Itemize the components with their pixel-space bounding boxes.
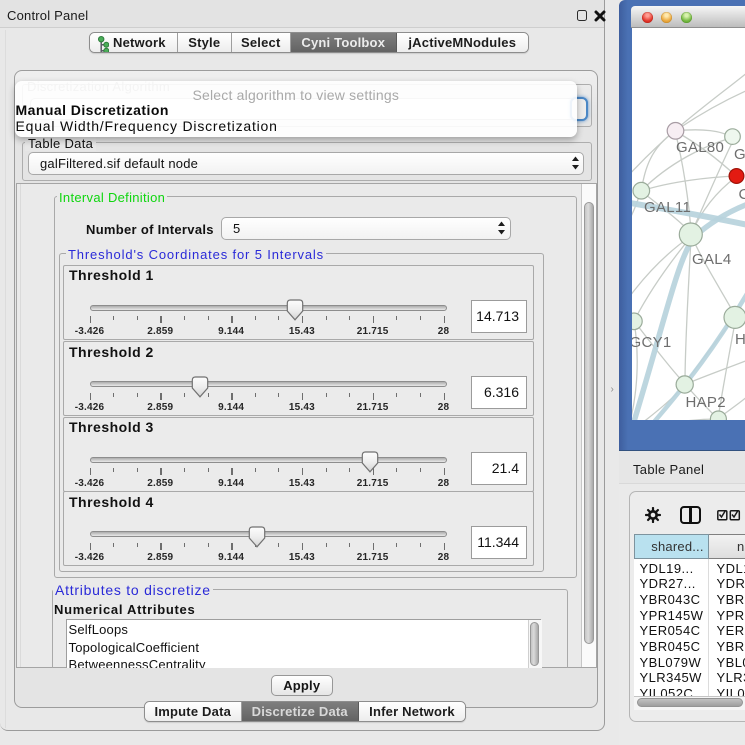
svg-text:CR: CR: [739, 186, 745, 203]
svg-text:GCY1: GCY1: [632, 334, 672, 351]
svg-text:GAL80: GAL80: [676, 139, 724, 156]
svg-text:HAP2: HAP2: [686, 394, 726, 411]
svg-text:HA: HA: [735, 331, 745, 348]
svg-text:GAL4: GAL4: [692, 251, 732, 268]
svg-text:GAL11: GAL11: [644, 199, 691, 216]
svg-text:GA: GA: [734, 146, 745, 163]
